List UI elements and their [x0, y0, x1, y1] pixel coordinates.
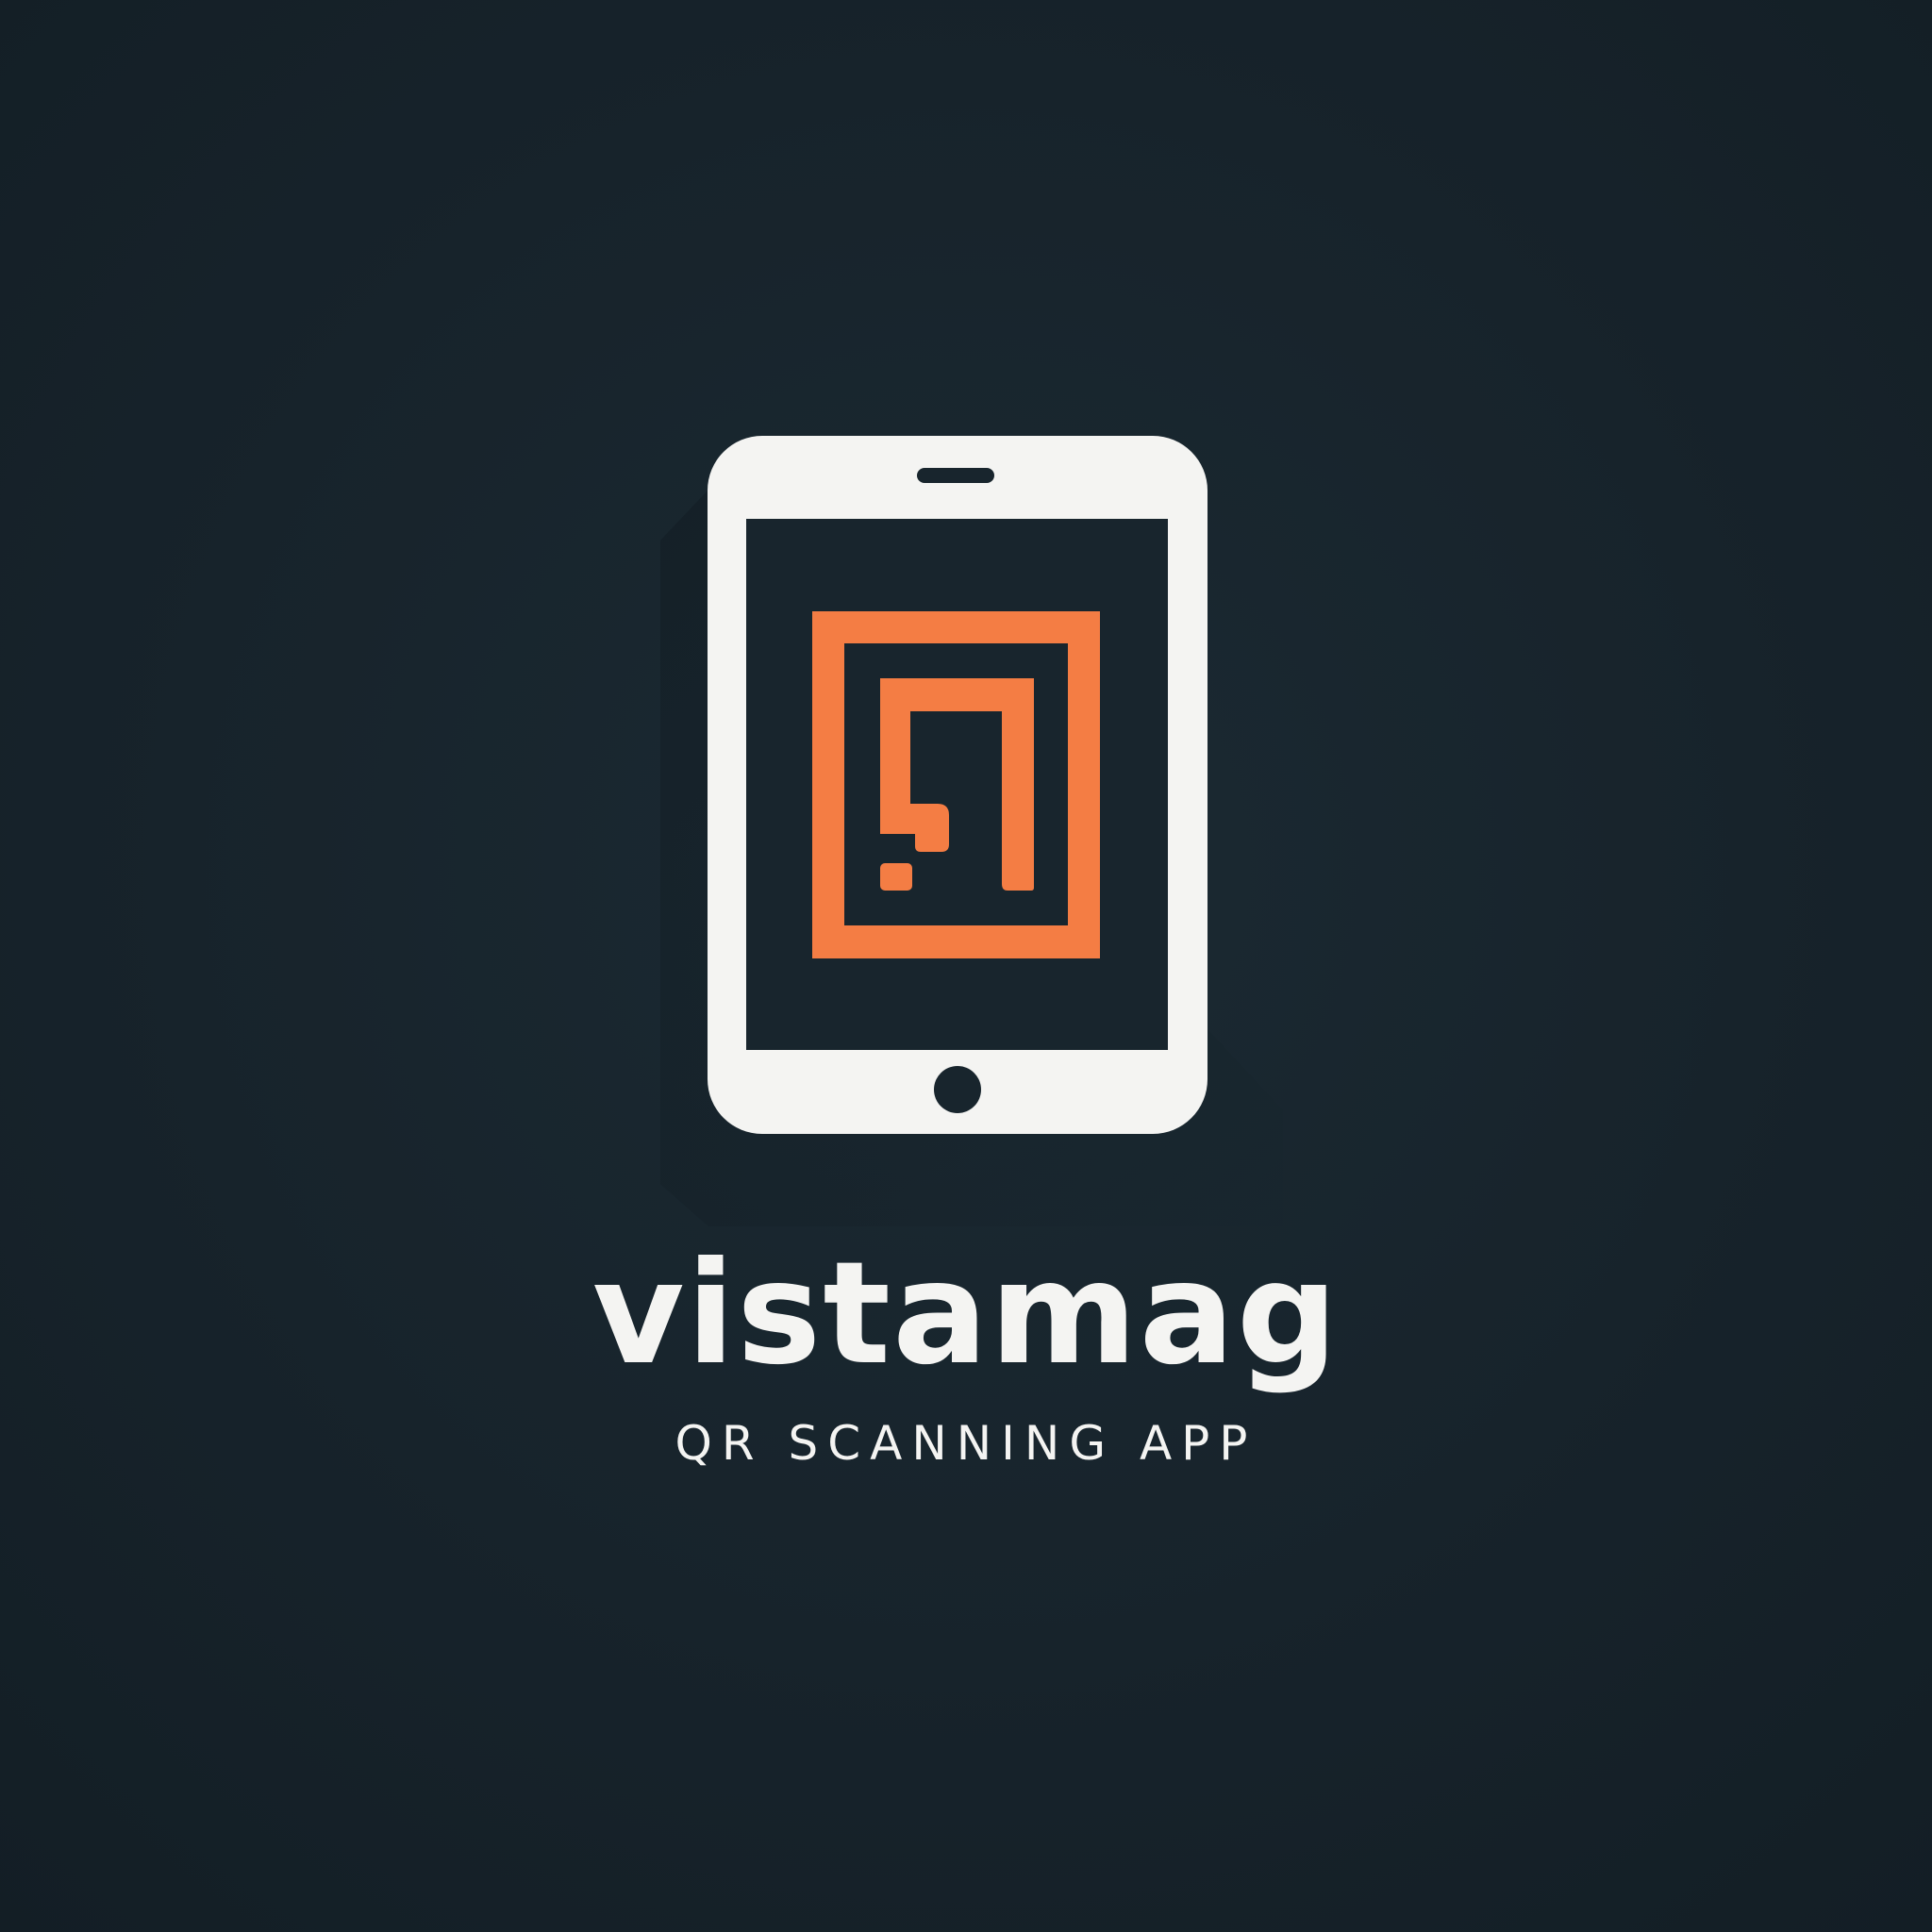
brand-tagline: QR SCANNING APP: [675, 1416, 1257, 1471]
device-screen: [746, 519, 1168, 1050]
brand-name: vistamag: [591, 1232, 1341, 1396]
tablet-icon: [660, 436, 1283, 1226]
device-speaker: [917, 468, 994, 483]
app-logo: vistamag QR SCANNING APP: [0, 0, 1932, 1932]
device-home-button: [934, 1066, 981, 1113]
